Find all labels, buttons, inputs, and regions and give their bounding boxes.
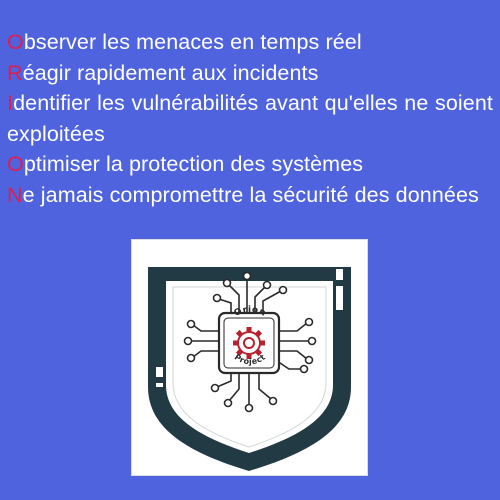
acrostic-line-identifier: Identifier les vulnérabilités avant qu'e… — [7, 88, 493, 149]
acrostic-text: ptimiser la protection des systèmes — [23, 152, 364, 176]
acrostic-initial: R — [7, 60, 23, 85]
acrostic-text: e jamais compromettre la sécurité des do… — [22, 182, 479, 207]
acrostic-text: dentifier les vulnérabilités avant qu'el… — [7, 91, 493, 146]
orion-project-logo: Orion Project — [131, 239, 368, 476]
acrostic-initial: O — [7, 152, 24, 176]
acrostic-text: bserver les menaces en temps réel — [23, 30, 362, 54]
acrostic-initial: O — [7, 30, 24, 54]
acrostic-line-optimiser: Optimiser la protection des systèmes — [7, 149, 493, 180]
logo-graphic: Orion Project — [148, 267, 351, 471]
acrostic-line-reagir: Réagir rapidement aux incidents — [7, 58, 493, 89]
orion-acrostic: Observer les menaces en temps réel Réagi… — [7, 27, 493, 210]
acrostic-line-ne-jamais: Ne jamais compromettre la sécurité des d… — [7, 180, 493, 211]
acrostic-line-observer: Observer les menaces en temps réel — [7, 27, 493, 58]
acrostic-initial: N — [7, 182, 23, 207]
acrostic-text: éagir rapidement aux incidents — [22, 60, 319, 85]
